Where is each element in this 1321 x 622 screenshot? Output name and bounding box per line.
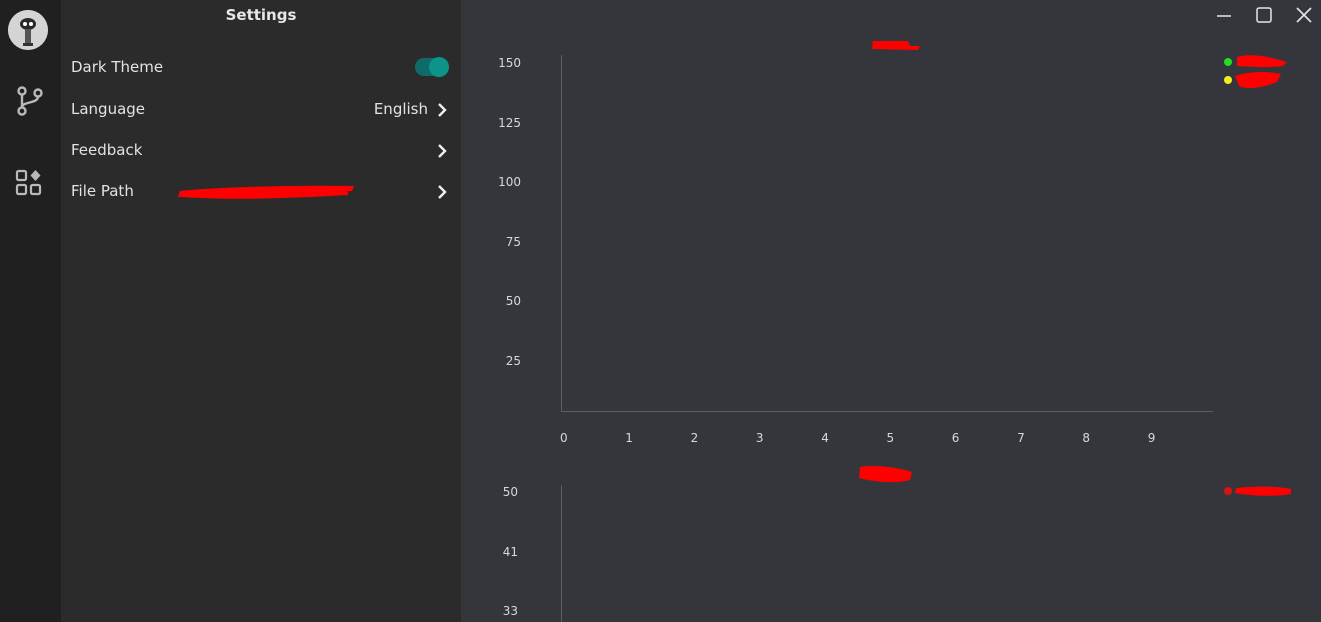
x-tick-label: 0 — [560, 431, 568, 445]
file-path-row[interactable]: File Path — [61, 174, 461, 210]
minimize-icon[interactable] — [1212, 4, 1236, 26]
y-axis-line — [561, 55, 562, 412]
x-tick-label: 3 — [755, 431, 764, 445]
x-tick-label: 8 — [1082, 431, 1091, 445]
x-tick-label: 5 — [886, 431, 895, 445]
y-tick-label: 33 — [502, 604, 518, 618]
x-tick-label: 2 — [690, 431, 699, 445]
avatar[interactable] — [8, 10, 48, 50]
x-tick-label: 6 — [951, 431, 960, 445]
y-axis-line — [561, 485, 562, 622]
y-tick-label: 125 — [498, 115, 521, 130]
maximize-icon[interactable] — [1252, 4, 1276, 26]
nav-rail — [0, 0, 61, 622]
x-tick-label: 1 — [625, 431, 633, 445]
language-label: Language — [71, 100, 146, 118]
chevron-right-icon — [438, 185, 447, 199]
y-tick-label: 50 — [505, 294, 521, 309]
x-axis-line — [561, 411, 1213, 412]
legend-marker-red — [1224, 487, 1232, 495]
language-value: English — [373, 100, 428, 118]
legend-marker-yellow — [1224, 76, 1232, 84]
legend-redaction — [1235, 55, 1287, 89]
y-tick-label: 41 — [502, 544, 518, 559]
redaction-mark — [859, 465, 912, 483]
feedback-row[interactable]: Feedback — [61, 133, 461, 169]
close-icon[interactable] — [1292, 4, 1316, 26]
feedback-label: Feedback — [71, 141, 143, 159]
chevron-right-icon — [438, 144, 447, 158]
file-path-label: File Path — [71, 182, 134, 200]
x-tick-label: 4 — [821, 431, 829, 445]
dark-theme-label: Dark Theme — [71, 58, 164, 76]
y-tick-label: 50 — [502, 485, 518, 499]
apps-icon[interactable] — [10, 164, 48, 202]
settings-panel: Settings Dark Theme Language English Fee… — [61, 0, 461, 622]
y-tick-label: 150 — [498, 56, 521, 70]
x-tick-label: 7 — [1017, 431, 1025, 445]
legend-marker-green — [1224, 58, 1232, 66]
x-tick-label: 9 — [1147, 431, 1156, 445]
git-branch-icon[interactable] — [10, 82, 48, 120]
language-row[interactable]: Language English — [61, 92, 461, 128]
dark-theme-toggle[interactable] — [415, 57, 449, 77]
dark-theme-row: Dark Theme — [61, 50, 461, 86]
y-tick-label: 100 — [498, 175, 521, 190]
y-tick-label: 75 — [505, 234, 521, 249]
legend-redaction — [1235, 486, 1291, 496]
y-tick-label: 25 — [505, 354, 521, 368]
toggle-knob — [429, 57, 449, 77]
redaction-mark — [178, 185, 354, 199]
chevron-right-icon — [438, 103, 447, 117]
redaction-mark — [872, 41, 920, 50]
panel-title: Settings — [225, 6, 297, 24]
